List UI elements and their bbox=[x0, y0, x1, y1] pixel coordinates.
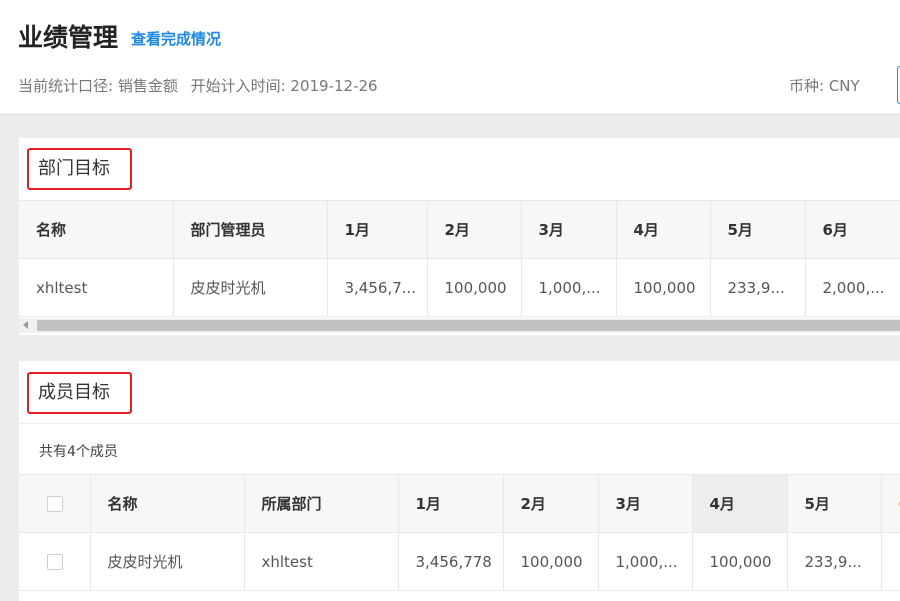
cell: 皮皮时光机 bbox=[90, 533, 244, 591]
col-header[interactable]: 4月 bbox=[616, 201, 710, 259]
table-row[interactable]: 皮皮时光机 xhltest 3,456,778 100,000 1,000,..… bbox=[19, 533, 900, 591]
cell: 皮皮时光机 bbox=[173, 259, 327, 317]
member-target-card: 成员目标 共有4个成员 名称 所属部门 1月 2月 3月 4月 5月 皮皮时光机 bbox=[19, 361, 900, 601]
col-header[interactable]: 4月 bbox=[692, 475, 787, 533]
divider bbox=[19, 423, 900, 424]
cell: 100,000 bbox=[503, 533, 598, 591]
col-header[interactable]: 2月 bbox=[503, 475, 598, 533]
stats-meta: 当前统计口径: 销售金额 开始计入时间: 2019-12-26 bbox=[18, 75, 386, 96]
col-header[interactable]: 3月 bbox=[598, 475, 692, 533]
col-header-overflow bbox=[881, 475, 900, 533]
row-checkbox[interactable] bbox=[47, 554, 63, 570]
currency-label: 币种: CNY bbox=[789, 75, 860, 96]
cell: xhltest bbox=[244, 533, 398, 591]
dept-target-table: 名称 部门管理员 1月 2月 3月 4月 5月 6月 xhltest 皮皮时光机… bbox=[19, 200, 900, 317]
cell: 3,456,7... bbox=[327, 259, 427, 317]
dept-target-title: 部门目标 bbox=[27, 148, 132, 190]
col-header[interactable]: 6月 bbox=[805, 201, 900, 259]
col-header[interactable]: 部门管理员 bbox=[173, 201, 327, 259]
col-header[interactable]: 3月 bbox=[521, 201, 616, 259]
cell: 3,456,778 bbox=[398, 533, 503, 591]
page-title: 业绩管理 bbox=[18, 18, 118, 54]
cell: 1,000,... bbox=[598, 533, 692, 591]
stats-start-time: 开始计入时间: 2019-12-26 bbox=[191, 77, 378, 95]
member-count: 共有4个成员 bbox=[39, 441, 118, 461]
cell: 2,000,... bbox=[805, 259, 900, 317]
horizontal-scrollbar[interactable] bbox=[19, 318, 900, 333]
cell: 1,000,... bbox=[521, 259, 616, 317]
cell: 233,9... bbox=[787, 533, 881, 591]
page-header: 业绩管理 查看完成情况 当前统计口径: 销售金额 开始计入时间: 2019-12… bbox=[0, 0, 900, 113]
col-header[interactable]: 2月 bbox=[427, 201, 521, 259]
col-header[interactable]: 1月 bbox=[398, 475, 503, 533]
scroll-left-arrow-icon[interactable] bbox=[23, 321, 28, 329]
cell-overflow bbox=[881, 533, 900, 591]
member-target-table: 名称 所属部门 1月 2月 3月 4月 5月 皮皮时光机 xhltest 3,4… bbox=[19, 474, 900, 591]
col-header[interactable]: 名称 bbox=[19, 201, 173, 259]
dept-target-card: 部门目标 名称 部门管理员 1月 2月 3月 4月 5月 6月 xhltest … bbox=[19, 138, 900, 335]
select-all-cell bbox=[19, 475, 90, 533]
cell: xhltest bbox=[19, 259, 173, 317]
cell: 100,000 bbox=[692, 533, 787, 591]
col-header[interactable]: 5月 bbox=[787, 475, 881, 533]
cell: 100,000 bbox=[616, 259, 710, 317]
col-header[interactable]: 5月 bbox=[710, 201, 805, 259]
col-header[interactable]: 名称 bbox=[90, 475, 244, 533]
cell: 100,000 bbox=[427, 259, 521, 317]
cell: 233,9... bbox=[710, 259, 805, 317]
row-select-cell bbox=[19, 533, 90, 591]
table-row[interactable]: xhltest 皮皮时光机 3,456,7... 100,000 1,000,.… bbox=[19, 259, 900, 317]
select-all-checkbox[interactable] bbox=[47, 496, 63, 512]
stats-scope: 当前统计口径: 销售金额 bbox=[18, 77, 178, 95]
view-completion-link[interactable]: 查看完成情况 bbox=[131, 28, 221, 49]
dept-table-header: 名称 部门管理员 1月 2月 3月 4月 5月 6月 bbox=[19, 201, 900, 259]
member-target-title: 成员目标 bbox=[27, 372, 132, 414]
col-header[interactable]: 1月 bbox=[327, 201, 427, 259]
col-header[interactable]: 所属部门 bbox=[244, 475, 398, 533]
scroll-thumb[interactable] bbox=[37, 320, 900, 331]
member-table-header: 名称 所属部门 1月 2月 3月 4月 5月 bbox=[19, 475, 900, 533]
